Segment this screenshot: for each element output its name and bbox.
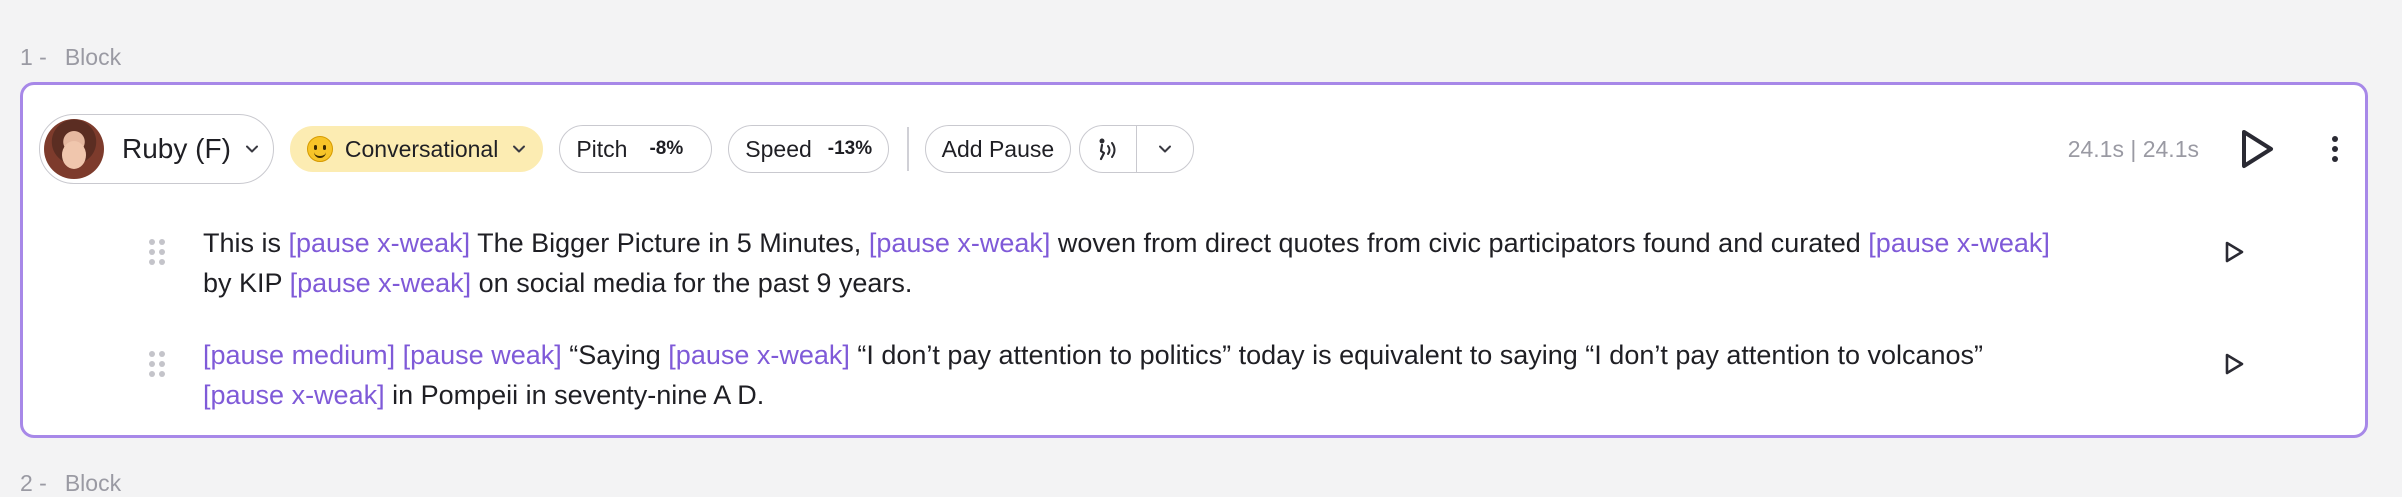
pause-tag[interactable]: [pause x-weak] <box>203 380 385 410</box>
pitch-control[interactable]: Pitch -8% <box>559 125 713 173</box>
text-segment: “I don’t pay attention to politics” toda… <box>849 340 1984 370</box>
breath-dropdown[interactable] <box>1136 126 1193 172</box>
more-options-button[interactable] <box>2325 127 2345 171</box>
pause-tag[interactable]: [pause x-weak] <box>668 340 850 370</box>
chevron-down-icon <box>245 145 258 153</box>
breath-control <box>1079 125 1195 173</box>
breath-button[interactable] <box>1080 126 1136 172</box>
text-segment: on social media for the past 9 years. <box>471 268 913 298</box>
pause-tag[interactable]: [pause x-weak] <box>290 268 472 298</box>
play-icon <box>2225 353 2244 375</box>
block-card[interactable]: Ruby (F) Conversational Pitch -8% Speed … <box>20 82 2368 438</box>
duration-readout: 24.1s | 24.1s <box>2067 135 2199 162</box>
play-block-button[interactable] <box>2235 127 2279 171</box>
pause-tag[interactable]: [pause x-weak] <box>869 228 1051 258</box>
chevron-down-icon <box>513 145 526 153</box>
pitch-value: -8% <box>649 138 684 159</box>
block-number: 2 - <box>20 470 47 496</box>
chevron-down-icon <box>1159 145 1172 153</box>
text-segment: woven from direct quotes from civic part… <box>1050 228 1869 258</box>
text-segment: by KIP <box>203 268 290 298</box>
pause-tag[interactable]: [pause medium] <box>203 340 395 370</box>
drag-handle-icon[interactable] <box>147 237 167 267</box>
text-segment: The Bigger Picture in 5 Minutes, <box>470 228 869 258</box>
block-1-label: 1 - Block <box>20 44 121 71</box>
voice-selector[interactable]: Ruby (F) <box>39 114 274 184</box>
style-selector[interactable]: Conversational <box>289 126 544 172</box>
text-segment: This is <box>203 228 289 258</box>
avatar <box>44 119 104 179</box>
pause-tag[interactable]: [pause weak] <box>403 340 562 370</box>
block-2-label: 2 - Block <box>20 470 121 497</box>
play-line-button[interactable] <box>2219 349 2249 379</box>
drag-handle-icon[interactable] <box>147 349 167 379</box>
pause-tag[interactable]: [pause x-weak] <box>289 228 471 258</box>
play-icon <box>2242 130 2273 168</box>
block-toolbar: Ruby (F) Conversational Pitch -8% Speed … <box>39 113 2345 185</box>
more-vertical-icon <box>2332 136 2338 162</box>
style-label: Conversational <box>344 135 499 162</box>
block-title: Block <box>64 44 122 70</box>
pause-tag[interactable]: [pause x-weak] <box>1868 228 2050 258</box>
play-line-button[interactable] <box>2219 237 2249 267</box>
block-number: 1 - <box>20 44 47 70</box>
speed-value: -13% <box>827 138 873 159</box>
text-segment <box>395 340 403 370</box>
toolbar-divider <box>907 127 909 171</box>
add-pause-button[interactable]: Add Pause <box>924 125 1072 173</box>
play-icon <box>2225 241 2244 263</box>
text-segment: “Saying <box>561 340 669 370</box>
block-title: Block <box>64 470 122 496</box>
voice-name: Ruby (F) <box>122 133 231 164</box>
pitch-label: Pitch <box>576 135 628 162</box>
text-segment: in Pompeii in seventy-nine A D. <box>384 380 765 410</box>
line-text[interactable]: This is [pause x-weak] The Bigger Pictur… <box>203 223 2053 303</box>
breath-icon <box>1099 138 1116 161</box>
speed-label: Speed <box>745 135 812 162</box>
smiley-emoji-icon <box>306 136 333 162</box>
line-text[interactable]: [pause medium] [pause weak] “Saying [pau… <box>203 335 2053 415</box>
speed-control[interactable]: Speed -13% <box>728 125 890 173</box>
